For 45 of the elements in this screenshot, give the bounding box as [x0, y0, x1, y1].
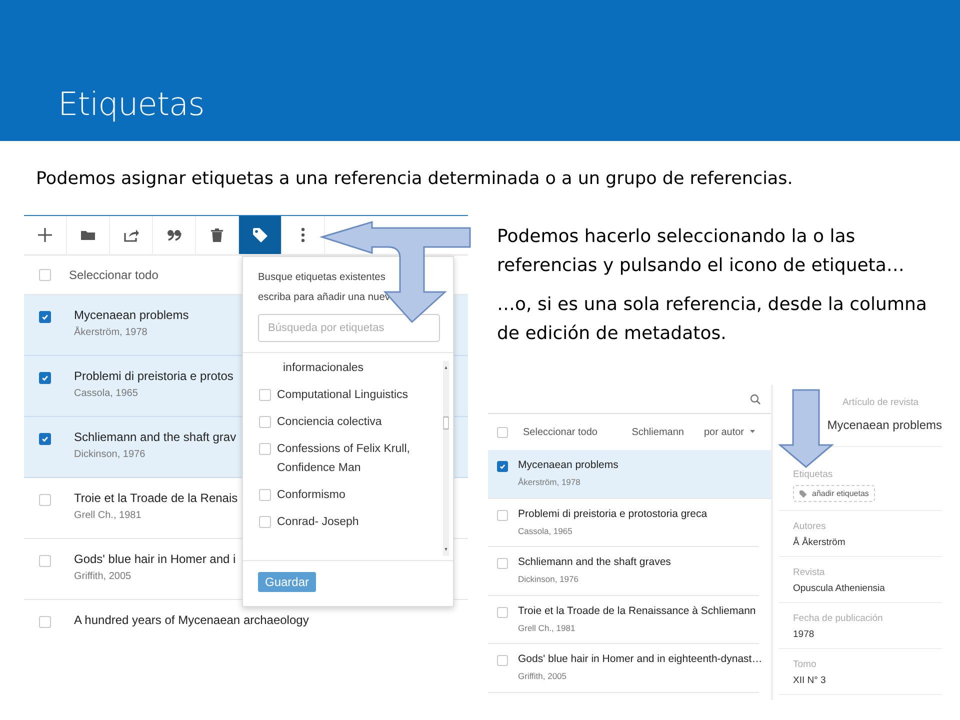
- field-value: 1978: [793, 629, 814, 640]
- reference-title: Problemi di preistoria e protostoria greca: [518, 508, 708, 520]
- field-label: Autores: [793, 521, 826, 532]
- filter-label: Schliemann: [632, 426, 684, 438]
- reference-title: Schliemann and the shaft grav: [74, 430, 236, 444]
- reference-author: Grell Ch., 1981: [518, 622, 576, 632]
- reference-author: Cassola, 1965: [518, 526, 574, 536]
- reference-title: Schliemann and the shaft graves: [518, 556, 671, 568]
- hint-text: Busque etiquetas existentes: [258, 271, 386, 285]
- field-label: Fecha de publicación: [793, 613, 883, 624]
- hint-text: escriba para añadir una nuev: [258, 291, 391, 305]
- reference-title: Mycenaean problems: [518, 459, 618, 471]
- reference-author: Grell Ch., 1981: [74, 510, 142, 521]
- reference-author: Griffith, 2005: [74, 571, 132, 582]
- reference-title: Mycenaean problems: [74, 308, 189, 322]
- select-all-label: Seleccionar todo: [523, 426, 598, 438]
- field-label: Tomo: [793, 659, 816, 670]
- reference-author: Åkerström, 1978: [74, 327, 148, 338]
- reference-title: Gods' blue hair in Homer and i: [74, 552, 236, 566]
- select-all-label: Seleccionar todo: [69, 268, 158, 282]
- note-text: …o, si es una sola referencia, desde la columna de edición de metadatos.: [497, 293, 928, 346]
- tag-option-label: informacionales: [283, 361, 364, 376]
- tag-option-label: Confessions of Felix Krull, Confidence Man: [277, 442, 411, 476]
- intro-text: Podemos asignar etiquetas a una referencia determinada o a un grupo de referencias.: [36, 169, 794, 189]
- tag-option-label: Conciencia colectiva: [277, 415, 382, 430]
- reference-author: Dickinson, 1976: [74, 449, 146, 460]
- reference-title: A hundred years of Mycenaean archaeology: [74, 613, 309, 627]
- tag-option-label: Computational Linguistics: [277, 388, 408, 403]
- reference-title: Troie et la Troade de la Renaissance à Schliemann: [518, 604, 756, 616]
- field-value: Opuscula Atheniensia: [793, 583, 885, 594]
- reference-title: Troie et la Troade de la Renais: [74, 491, 238, 505]
- reference-title: Problemi di preistoria e protos: [74, 369, 234, 383]
- reference-author: Åkerström, 1978: [518, 477, 582, 487]
- field-label: Etiquetas: [793, 469, 833, 480]
- reference-type: Artículo de revista: [841, 397, 920, 408]
- reference-author: Cassola, 1965: [74, 388, 139, 399]
- reference-author: Griffith, 2005: [518, 671, 568, 681]
- field-label: Revista: [793, 567, 825, 578]
- slide-title: Etiquetas: [58, 85, 204, 123]
- reference-author: Dickinson, 1976: [518, 574, 580, 584]
- tag-option-label: Conformismo: [277, 488, 346, 503]
- field-value: XII N° 3: [793, 675, 826, 686]
- tag-option-label: Conrad- Joseph: [277, 515, 359, 530]
- note-text: Podemos hacerlo seleccionando la o las referencias y pulsando el icono de etiqueta…: [497, 225, 906, 278]
- field-value: Å Åkerström: [793, 537, 846, 548]
